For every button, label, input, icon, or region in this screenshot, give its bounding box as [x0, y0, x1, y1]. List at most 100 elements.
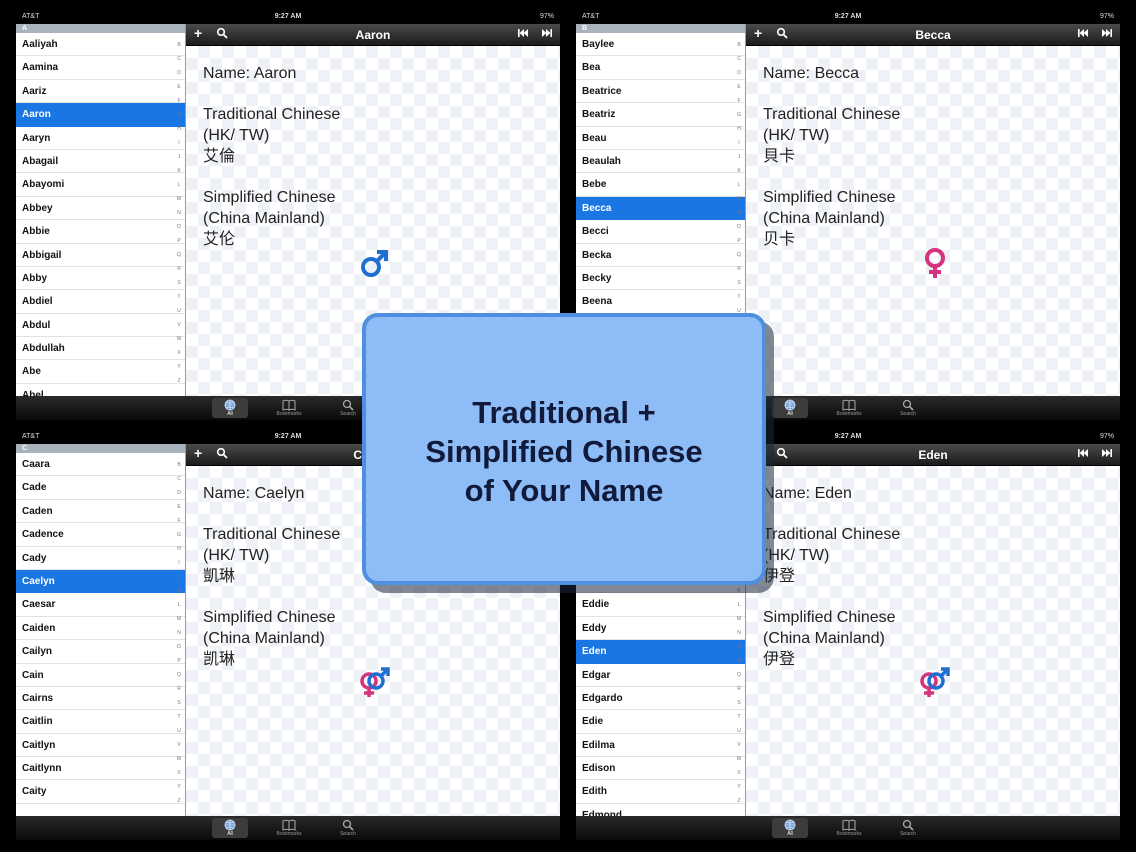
list-item[interactable]: Edgardo: [576, 687, 745, 711]
list-item[interactable]: Caiden: [16, 617, 185, 641]
index-letter[interactable]: J: [733, 154, 745, 160]
index-letter[interactable]: L: [733, 182, 745, 188]
index-letter[interactable]: K: [733, 168, 745, 174]
index-letter[interactable]: Q: [733, 252, 745, 258]
list-item[interactable]: Abbigail: [16, 244, 185, 267]
index-letter[interactable]: V: [173, 742, 185, 748]
tab-all[interactable]: All: [212, 398, 248, 418]
tab-search[interactable]: Search: [330, 818, 366, 838]
index-letter[interactable]: R: [173, 686, 185, 692]
index-letter[interactable]: T: [733, 294, 745, 300]
list-item[interactable]: Caden: [16, 500, 185, 524]
index-letter[interactable]: R: [733, 686, 745, 692]
index-letter[interactable]: S: [173, 280, 185, 286]
list-item[interactable]: Cairns: [16, 687, 185, 711]
index-letter[interactable]: G: [733, 112, 745, 118]
index-letter[interactable]: F: [733, 98, 745, 104]
index-letter[interactable]: B: [733, 42, 745, 48]
list-item[interactable]: Abdul: [16, 314, 185, 338]
index-letter[interactable]: N: [173, 630, 185, 636]
index-letter[interactable]: P: [173, 658, 185, 664]
index-letter[interactable]: E: [173, 84, 185, 90]
index-letter[interactable]: W: [173, 336, 185, 342]
index-letter[interactable]: F: [173, 98, 185, 104]
list-item[interactable]: Abby: [16, 267, 185, 291]
index-letter[interactable]: T: [733, 714, 745, 720]
list-item-selected[interactable]: Caelyn: [16, 569, 185, 594]
list-item[interactable]: Edison: [576, 757, 745, 781]
list-item[interactable]: Bea: [576, 56, 745, 80]
list-item[interactable]: Caitlyn: [16, 734, 185, 758]
name-list[interactable]: A Aaliyah Aamina Aariz Aaron Aaryn Abagail Aba…: [16, 24, 186, 396]
list-item[interactable]: Aaryn: [16, 127, 185, 150]
index-letter[interactable]: T: [173, 294, 185, 300]
tab-all[interactable]: All: [772, 398, 808, 418]
list-item[interactable]: Becci: [576, 220, 745, 244]
list-item[interactable]: Caity: [16, 780, 185, 804]
tab-bookmarks[interactable]: Bookmarks: [831, 398, 867, 418]
alphabet-index[interactable]: B C D E F G H I J K L M N O P Q R S T U V W X Y Z: [173, 444, 185, 816]
index-letter[interactable]: Q: [173, 252, 185, 258]
index-letter[interactable]: U: [733, 728, 745, 734]
index-letter[interactable]: Y: [733, 784, 745, 790]
list-item[interactable]: Beaulah: [576, 150, 745, 174]
list-item[interactable]: Beatriz: [576, 103, 745, 127]
index-letter[interactable]: M: [733, 196, 745, 202]
index-letter[interactable]: L: [173, 602, 185, 608]
index-letter[interactable]: K: [173, 588, 185, 594]
index-letter[interactable]: B: [173, 462, 185, 468]
index-letter[interactable]: K: [733, 588, 745, 594]
index-letter[interactable]: I: [733, 140, 745, 146]
alphabet-index[interactable]: B C D E F G H I J K L M N O P Q R S T U V W X Y Z: [173, 24, 185, 396]
list-item[interactable]: Edgar: [576, 664, 745, 687]
index-letter[interactable]: O: [173, 224, 185, 230]
tab-bookmarks[interactable]: Bookmarks: [271, 398, 307, 418]
index-letter[interactable]: U: [173, 308, 185, 314]
index-letter[interactable]: D: [733, 70, 745, 76]
index-letter[interactable]: L: [173, 182, 185, 188]
index-letter[interactable]: Z: [733, 798, 745, 804]
list-item-selected[interactable]: Eden: [576, 640, 745, 664]
index-letter[interactable]: Q: [733, 672, 745, 678]
list-item[interactable]: Caesar: [16, 593, 185, 617]
index-letter[interactable]: M: [173, 616, 185, 622]
list-item[interactable]: Caara: [16, 453, 185, 477]
index-letter[interactable]: O: [173, 644, 185, 650]
tab-search[interactable]: Search: [890, 818, 926, 838]
list-item[interactable]: Becky: [576, 267, 745, 291]
index-letter[interactable]: D: [173, 70, 185, 76]
list-item[interactable]: Eddy: [576, 617, 745, 641]
tab-search[interactable]: Search: [890, 398, 926, 418]
list-item[interactable]: Baylee: [576, 33, 745, 57]
list-item[interactable]: Beena: [576, 290, 745, 314]
index-letter[interactable]: V: [173, 322, 185, 328]
list-item[interactable]: Abdiel: [16, 290, 185, 314]
list-item[interactable]: Cadence: [16, 523, 185, 547]
previous-name-button[interactable]: [1078, 449, 1088, 459]
tab-bookmarks[interactable]: Bookmarks: [271, 818, 307, 838]
index-letter[interactable]: E: [733, 84, 745, 90]
next-name-button[interactable]: [542, 29, 552, 39]
index-letter[interactable]: B: [173, 42, 185, 48]
list-item[interactable]: Aaliyah: [16, 33, 185, 57]
index-letter[interactable]: K: [173, 168, 185, 174]
list-item[interactable]: Aariz: [16, 80, 185, 104]
index-letter[interactable]: M: [173, 196, 185, 202]
list-item[interactable]: Abayomi: [16, 173, 185, 197]
index-letter[interactable]: S: [733, 280, 745, 286]
index-letter[interactable]: U: [173, 728, 185, 734]
list-item-selected[interactable]: Becca: [576, 196, 745, 221]
index-letter[interactable]: Z: [173, 378, 185, 384]
list-item[interactable]: Abagail: [16, 150, 185, 174]
index-letter[interactable]: Q: [173, 672, 185, 678]
previous-name-button[interactable]: [518, 29, 528, 39]
index-letter[interactable]: P: [173, 238, 185, 244]
index-letter[interactable]: H: [173, 546, 185, 552]
list-item[interactable]: Beatrice: [576, 80, 745, 104]
index-letter[interactable]: T: [173, 714, 185, 720]
index-letter[interactable]: R: [733, 266, 745, 272]
next-name-button[interactable]: [1102, 29, 1112, 39]
index-letter[interactable]: X: [173, 770, 185, 776]
list-item[interactable]: Eddie: [576, 593, 745, 617]
previous-name-button[interactable]: [1078, 29, 1088, 39]
